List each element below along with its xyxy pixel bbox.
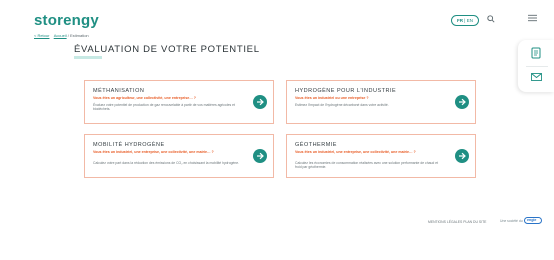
- back-link[interactable]: < Retour: [34, 33, 49, 38]
- engie-logo-text: engie: [527, 218, 537, 222]
- card-title: MOBILITÉ HYDROGÈNE: [93, 142, 165, 148]
- card-description: Calculez les économies de consommation r…: [295, 161, 439, 170]
- arrow-button[interactable]: [455, 149, 469, 163]
- arrow-right-icon: [257, 152, 264, 160]
- card-title: HYDROGÈNE POUR L'INDUSTRIE: [295, 88, 397, 94]
- card-geothermie[interactable]: GÉOTHERMIE Vous êtes un industriel, une …: [286, 134, 476, 178]
- storengy-logo[interactable]: storengy: [34, 12, 99, 29]
- card-question: Vous êtes un industriel ou une entrepris…: [295, 96, 369, 100]
- language-toggle[interactable]: FR | EN: [451, 15, 479, 26]
- lang-active[interactable]: FR: [457, 18, 463, 23]
- rail-divider: [526, 66, 548, 67]
- menu-icon[interactable]: [528, 14, 537, 22]
- mail-icon[interactable]: [531, 73, 542, 81]
- arrow-right-icon: [459, 152, 466, 160]
- arrow-button[interactable]: [253, 95, 267, 109]
- arrow-right-icon: [459, 98, 466, 106]
- card-description: Évaluez votre potentiel de production de…: [93, 103, 235, 112]
- card-question: Vous êtes un agriculteur, une collectivi…: [93, 96, 196, 100]
- arrow-right-icon: [257, 98, 264, 106]
- breadcrumb-home[interactable]: Accueil: [54, 33, 67, 38]
- right-rail: [518, 40, 554, 92]
- card-methanisation[interactable]: MÉTHANISATION Vous êtes un agriculteur, …: [84, 80, 274, 124]
- breadcrumb-current: Estimation: [69, 33, 89, 38]
- arrow-button[interactable]: [455, 95, 469, 109]
- card-title: GÉOTHERMIE: [295, 142, 337, 148]
- card-description: Calculez votre part dans la réduction de…: [93, 161, 240, 165]
- card-description: Estimez l'impact de l'hydrogène décarbon…: [295, 103, 389, 107]
- engie-logo[interactable]: engie: [524, 217, 542, 224]
- footer-brand-text: Une société du: [500, 219, 523, 223]
- breadcrumb: < Retour Accueil / Estimation: [34, 33, 89, 38]
- page-title: ÉVALUATION DE VOTRE POTENTIEL: [74, 44, 260, 55]
- title-underline: [74, 56, 102, 59]
- page: storengy FR | EN < Retour Accueil / Esti…: [0, 0, 554, 260]
- lang-separator: |: [464, 18, 466, 23]
- card-question: Vous êtes un industriel, une entreprise,…: [295, 150, 416, 154]
- card-hydrogene-industrie[interactable]: HYDROGÈNE POUR L'INDUSTRIE Vous êtes un …: [286, 80, 476, 124]
- search-icon[interactable]: [487, 15, 495, 23]
- lang-other[interactable]: EN: [467, 18, 473, 23]
- card-mobilite-hydrogene[interactable]: MOBILITÉ HYDROGÈNE Vous êtes un industri…: [84, 134, 274, 178]
- card-title: MÉTHANISATION: [93, 88, 145, 94]
- footer-links[interactable]: MENTIONS LÉGALES PLAN DU SITE: [428, 220, 486, 224]
- document-icon[interactable]: [531, 47, 541, 59]
- card-question: Vous êtes un industriel, une entreprise,…: [93, 150, 214, 154]
- arrow-button[interactable]: [253, 149, 267, 163]
